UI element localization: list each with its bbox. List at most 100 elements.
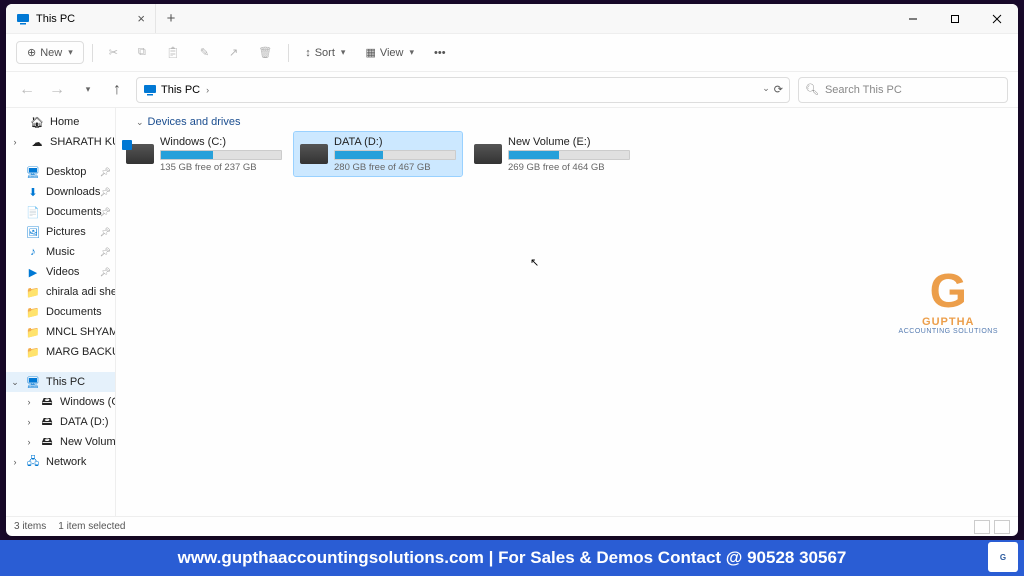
- pc-icon: [143, 83, 157, 97]
- drive-name: New Volume (E:): [508, 136, 630, 148]
- cloud-icon: ☁: [30, 135, 44, 149]
- recent-locations-button[interactable]: ▾: [76, 79, 98, 101]
- sidebar-item-folder[interactable]: 📁MNCL SHYAM SUN: [6, 322, 115, 342]
- maximize-button[interactable]: [934, 4, 976, 34]
- drive-name: DATA (D:): [334, 136, 456, 148]
- toolbar-separator: [288, 44, 289, 62]
- sidebar-item-music[interactable]: ♪Music📌︎: [6, 242, 115, 262]
- home-icon: 🏠︎: [30, 115, 44, 129]
- window-controls: [892, 4, 1018, 34]
- chevron-right-icon: ›: [24, 437, 34, 447]
- banner-text: www.gupthaaccountingsolutions.com | For …: [178, 548, 847, 568]
- network-icon: 🖧: [26, 455, 40, 469]
- folder-icon: 📁: [26, 305, 40, 319]
- sidebar-item-this-pc[interactable]: ⌄🖥︎This PC: [6, 372, 115, 392]
- search-icon: 🔍︎: [805, 83, 819, 96]
- share-icon: ↗: [229, 46, 238, 59]
- pin-icon: 📌︎: [100, 227, 111, 238]
- address-bar-row: ← → ▾ ↑ This PC› ⌄ ⟳ 🔍︎ Search This PC: [6, 72, 1018, 108]
- minimize-button[interactable]: [892, 4, 934, 34]
- sidebar-item-drive-e[interactable]: ›🖴New Volume (E:): [6, 432, 115, 452]
- share-button[interactable]: ↗: [221, 42, 246, 63]
- up-button[interactable]: ↑: [106, 79, 128, 101]
- view-button[interactable]: ▦ View ▾: [357, 42, 422, 63]
- details-view-button[interactable]: [974, 520, 990, 534]
- rename-button[interactable]: ✎: [192, 42, 217, 63]
- new-button-label: New: [40, 47, 62, 59]
- address-bar[interactable]: This PC› ⌄ ⟳: [136, 77, 790, 103]
- back-button[interactable]: ←: [16, 79, 38, 101]
- sidebar-item-folder[interactable]: 📁chirala adi sheshu s: [6, 282, 115, 302]
- sidebar-item-desktop[interactable]: 🖥︎Desktop📌︎: [6, 162, 115, 182]
- drive-c[interactable]: Windows (C:) 135 GB free of 237 GB: [120, 132, 288, 176]
- sidebar-item-folder[interactable]: 📁MARG BACKUP: [6, 342, 115, 362]
- drive-d[interactable]: DATA (D:) 280 GB free of 467 GB: [294, 132, 462, 176]
- sidebar-item-drive-c[interactable]: ›🖴Windows (C:): [6, 392, 115, 412]
- file-explorer-window: This PC × + ⊕ New ▾ ✂ ⧉ 📋︎ ✎ ↗ 🗑︎ ↕ Sort…: [6, 4, 1018, 536]
- drive-free-text: 280 GB free of 467 GB: [334, 162, 456, 173]
- pin-icon: 📌︎: [100, 207, 111, 218]
- tiles-view-button[interactable]: [994, 520, 1010, 534]
- pc-icon: 🖥︎: [26, 375, 40, 389]
- cursor-icon: ↖: [530, 256, 539, 269]
- watermark-logo: G GUPTHA ACCOUNTING SOLUTIONS: [899, 268, 998, 335]
- sidebar-item-network[interactable]: ›🖧Network: [6, 452, 115, 472]
- chevron-right-icon: ›: [206, 85, 209, 95]
- refresh-button[interactable]: ⟳: [774, 83, 783, 96]
- chevron-down-icon: ⌄: [136, 117, 144, 128]
- drive-usage-bar: [160, 150, 282, 160]
- group-header-devices[interactable]: ⌄ Devices and drives: [120, 114, 1014, 132]
- drive-free-text: 269 GB free of 464 GB: [508, 162, 630, 173]
- new-button[interactable]: ⊕ New ▾: [16, 41, 84, 64]
- view-label: View: [380, 47, 404, 59]
- drive-e[interactable]: New Volume (E:) 269 GB free of 464 GB: [468, 132, 636, 176]
- close-window-button[interactable]: [976, 4, 1018, 34]
- sidebar-item-documents[interactable]: 📄Documents📌︎: [6, 202, 115, 222]
- tab-this-pc[interactable]: This PC ×: [6, 4, 156, 33]
- drive-icon: [300, 144, 328, 164]
- status-item-count: 3 items: [14, 521, 46, 532]
- delete-button[interactable]: 🗑︎: [250, 42, 280, 63]
- sort-icon: ↕: [305, 47, 311, 59]
- sidebar-item-downloads[interactable]: ⬇Downloads📌︎: [6, 182, 115, 202]
- sidebar-item-pictures[interactable]: 🖼︎Pictures📌︎: [6, 222, 115, 242]
- search-box[interactable]: 🔍︎ Search This PC: [798, 77, 1008, 103]
- chevron-right-icon: ›: [10, 137, 20, 147]
- plus-circle-icon: ⊕: [27, 46, 36, 59]
- folder-icon: 📁: [26, 285, 40, 299]
- music-icon: ♪: [26, 245, 40, 259]
- pin-icon: 📌︎: [100, 267, 111, 278]
- sort-button[interactable]: ↕ Sort ▾: [297, 43, 353, 63]
- history-chevron-icon[interactable]: ⌄: [762, 83, 770, 96]
- navigation-pane: 🏠︎Home ›☁SHARATH KUMAR 🖥︎Desktop📌︎ ⬇Down…: [6, 108, 116, 516]
- drive-icon: 🖴: [40, 435, 54, 449]
- paste-icon: 📋︎: [166, 46, 180, 59]
- status-selected: 1 item selected: [58, 521, 125, 532]
- tab-close-button[interactable]: ×: [137, 11, 145, 26]
- cut-button[interactable]: ✂: [101, 42, 126, 63]
- sidebar-item-onedrive[interactable]: ›☁SHARATH KUMAR: [6, 132, 115, 152]
- trash-icon: 🗑︎: [258, 46, 272, 59]
- sidebar-item-videos[interactable]: ▶Videos📌︎: [6, 262, 115, 282]
- chevron-down-icon: ▾: [410, 47, 415, 58]
- new-tab-button[interactable]: +: [156, 10, 186, 27]
- chevron-down-icon: ▾: [341, 47, 346, 58]
- forward-button[interactable]: →: [46, 79, 68, 101]
- content-pane: ⌄ Devices and drives Windows (C:) 135 GB…: [116, 108, 1018, 516]
- copy-icon: ⧉: [138, 46, 146, 59]
- copy-button[interactable]: ⧉: [130, 42, 154, 63]
- drive-icon: [474, 144, 502, 164]
- sidebar-item-drive-d[interactable]: ›🖴DATA (D:): [6, 412, 115, 432]
- chevron-right-icon: ›: [24, 397, 34, 407]
- breadcrumb[interactable]: This PC›: [161, 84, 209, 96]
- cut-icon: ✂: [109, 46, 118, 59]
- toolbar-separator: [92, 44, 93, 62]
- more-button[interactable]: •••: [426, 43, 454, 63]
- pictures-icon: 🖼︎: [26, 225, 40, 239]
- promo-banner: www.gupthaaccountingsolutions.com | For …: [0, 540, 1024, 576]
- sidebar-item-folder[interactable]: 📁Documents: [6, 302, 115, 322]
- sidebar-item-home[interactable]: 🏠︎Home: [6, 112, 115, 132]
- chevron-right-icon: ›: [24, 417, 34, 427]
- paste-button[interactable]: 📋︎: [158, 42, 188, 63]
- desktop-icon: 🖥︎: [26, 165, 40, 179]
